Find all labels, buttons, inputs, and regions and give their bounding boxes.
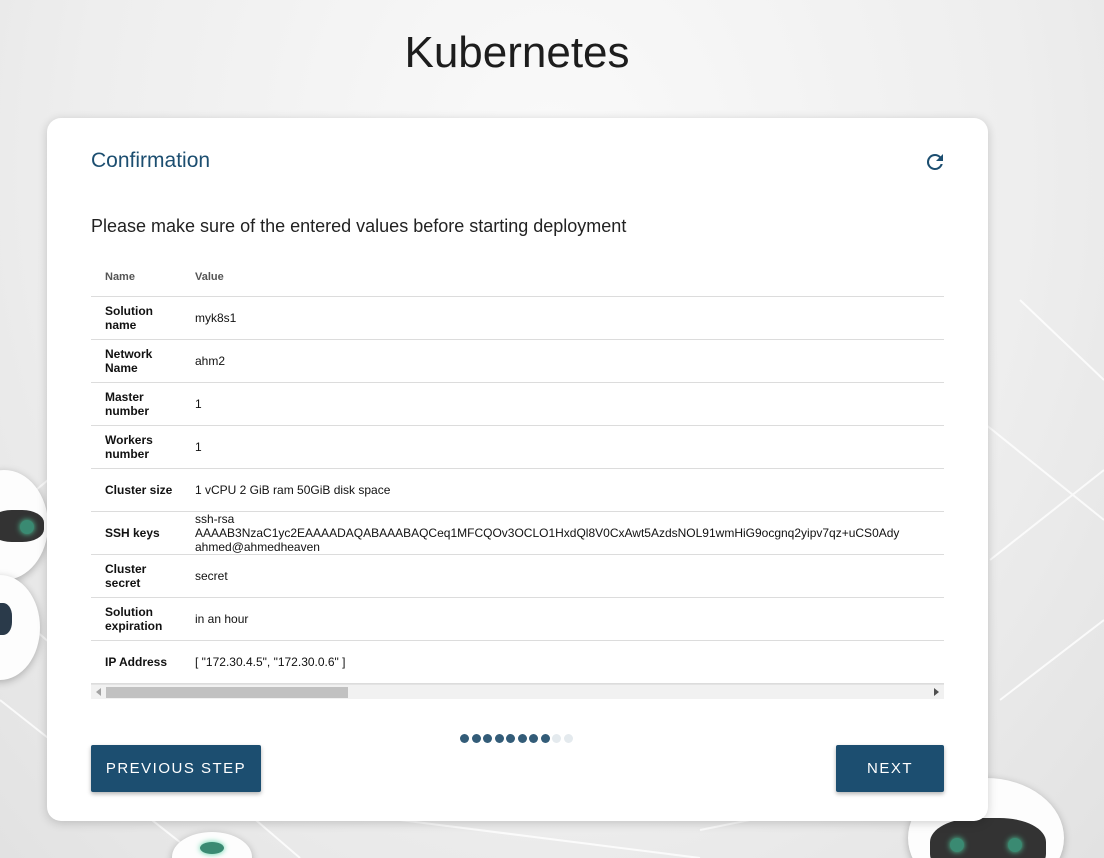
scrollbar-thumb[interactable] (106, 687, 348, 698)
table-row: Cluster secret secret (91, 554, 944, 598)
step-progress-indicator (460, 734, 573, 743)
step-dot (552, 734, 561, 743)
step-dot (540, 734, 550, 743)
row-value: 1 (195, 382, 944, 426)
row-name: IP Address (91, 640, 195, 684)
step-dot (517, 734, 527, 743)
row-value-line: ahmed@ahmedheaven (195, 539, 320, 554)
table-row: Cluster size 1 vCPU 2 GiB ram 50GiB disk … (91, 468, 944, 512)
row-value-line: AAAAB3NzaC1yc2EAAAADAQABAAABAQCeq1MFCQOv… (195, 525, 900, 540)
confirmation-card: Confirmation Please make sure of the ent… (47, 118, 988, 821)
table-row: IP Address[ "172.30.4.5", "172.30.0.6" ] (91, 640, 944, 684)
step-dot (471, 734, 481, 743)
row-name: Workers number (91, 425, 195, 469)
row-value-line: 1 (195, 439, 202, 454)
row-name: SSH keys (91, 511, 195, 555)
refresh-icon[interactable] (923, 150, 947, 174)
step-dot (460, 734, 469, 743)
table-body: Solution name myk8s1 Network Name ahm2 Maste… (91, 296, 944, 684)
confirmation-table-container: Name Value Solution name myk8s1 Network Na… (91, 258, 944, 699)
row-value-line: [ "172.30.4.5", "172.30.0.6" ] (195, 654, 346, 669)
row-value: 1 vCPU 2 GiB ram 50GiB disk space (195, 468, 944, 512)
table-row: Solution name myk8s1 (91, 296, 944, 340)
row-name: Solution expiration (91, 597, 195, 641)
row-value-line: secret (195, 568, 228, 583)
row-value-line: 1 vCPU 2 GiB ram 50GiB disk space (195, 482, 391, 497)
horizontal-scrollbar[interactable] (91, 684, 944, 699)
step-dot (529, 734, 538, 743)
confirmation-instructions: Please make sure of the entered values b… (91, 216, 627, 236)
row-name: Cluster size (91, 468, 195, 512)
table-header-row: Name Value (91, 258, 944, 297)
row-value: ahm2 (195, 339, 944, 383)
row-name: Solution name (91, 296, 195, 340)
column-header-name: Name (91, 258, 195, 297)
page-title: Kubernetes (404, 28, 630, 77)
row-value: myk8s1 (195, 296, 944, 340)
table-row: Workers number 1 (91, 425, 944, 469)
row-value-line: ssh-rsa (195, 511, 235, 526)
card-title: Confirmation (91, 149, 211, 172)
row-value: [ "172.30.4.5", "172.30.0.6" ] (195, 640, 944, 684)
step-dot (483, 734, 492, 743)
step-dot (506, 734, 515, 743)
table-row: Master number 1 (91, 382, 944, 426)
next-button[interactable]: NEXT (836, 745, 944, 792)
row-value: in an hour (195, 597, 944, 641)
row-name: Network Name (91, 339, 195, 383)
step-dot (494, 734, 504, 743)
scroll-left-arrow-icon[interactable] (96, 688, 101, 696)
table-row: Network Name ahm2 (91, 339, 944, 383)
row-name: Master number (91, 382, 195, 426)
confirmation-table: Name Value Solution name myk8s1 Network Na… (91, 258, 944, 684)
row-value: ssh-rsa AAAAB3NzaC1yc2EAAAADAQABAAABAQCeq… (195, 511, 944, 555)
previous-step-button[interactable]: PREVIOUS STEP (91, 745, 261, 792)
row-value-line: myk8s1 (195, 310, 237, 325)
row-value: 1 (195, 425, 944, 469)
row-value-line: ahm2 (195, 353, 226, 368)
table-row: Solution expiration in an hour (91, 597, 944, 641)
row-value: secret (195, 554, 944, 598)
row-value-line: in an hour (195, 611, 249, 626)
scroll-right-arrow-icon[interactable] (934, 688, 939, 696)
row-name: Cluster secret (91, 554, 195, 598)
row-value-line: 1 (195, 396, 202, 411)
column-header-value: Value (195, 258, 944, 297)
table-row: SSH keys ssh-rsa AAAAB3NzaC1yc2EAAAADAQABA… (91, 511, 944, 555)
step-dot (563, 734, 573, 743)
